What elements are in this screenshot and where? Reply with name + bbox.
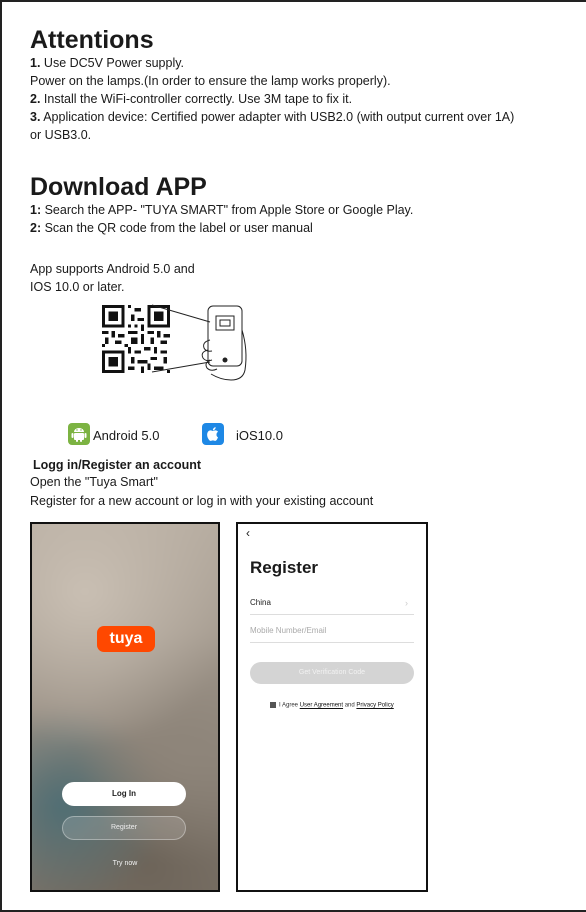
item-text: Application device: Certified power adap…: [40, 110, 515, 124]
support-line-1: App supports Android 5.0 and: [30, 262, 195, 276]
item-number: 3.: [30, 110, 41, 124]
phone-scan-illustration: [151, 304, 247, 381]
register-title: Register: [250, 558, 319, 577]
ios-label: iOS10.0: [236, 428, 283, 443]
user-agreement-link[interactable]: User Agreement: [300, 703, 343, 709]
login-screenshot: tuya Log In Register Try now: [30, 522, 220, 892]
country-value: China: [250, 598, 271, 607]
register-button[interactable]: Register: [62, 816, 186, 840]
attention-item-2: 2. Install the WiFi-controller correctly…: [30, 91, 352, 108]
agree-text: I Agree: [279, 702, 300, 709]
attention-item-1-line2: Power on the lamps.(In order to ensure t…: [30, 74, 391, 88]
apple-icon: [202, 423, 224, 445]
attention-item-3-line2: or USB3.0.: [30, 128, 92, 142]
step-text: Scan the QR code from the label or user …: [41, 221, 313, 235]
attentions-title: Attentions: [30, 26, 154, 54]
step-number: 1:: [30, 203, 42, 217]
step-number: 2:: [30, 221, 42, 235]
account-title: Logg in/Register an account: [33, 458, 202, 472]
step-text: Search the APP- "TUYA SMART" from Apple …: [41, 203, 414, 217]
download-step-2: 2: Scan the QR code from the label or us…: [30, 220, 313, 237]
download-step-1: 1: Search the APP- "TUYA SMART" from App…: [30, 202, 413, 219]
android-icon: [68, 423, 90, 445]
item-text: Install the WiFi-controller correctly. U…: [40, 92, 353, 106]
download-title: Download APP: [30, 173, 207, 201]
chevron-right-icon: ›: [405, 598, 408, 608]
get-verification-code-button[interactable]: Get Verification Code: [250, 662, 414, 684]
agree-checkbox[interactable]: [270, 702, 276, 708]
mobile-email-input[interactable]: Mobile Number/Email: [250, 622, 414, 643]
agreement-row: I Agree User Agreement and Privacy Polic…: [270, 702, 394, 709]
tuya-logo: tuya: [97, 626, 155, 652]
item-text: Use DC5V Power supply.: [40, 56, 185, 70]
android-label: Android 5.0: [93, 428, 160, 443]
agree-and-text: and: [343, 702, 357, 709]
try-now-link[interactable]: Try now: [32, 860, 218, 867]
privacy-policy-link[interactable]: Privacy Policy: [356, 703, 393, 709]
login-button[interactable]: Log In: [62, 782, 186, 806]
back-icon[interactable]: ‹: [246, 526, 250, 540]
attention-item-1: 1. Use DC5V Power supply.: [30, 55, 184, 72]
support-line-2: IOS 10.0 or later.: [30, 280, 125, 294]
item-number: 1.: [30, 56, 41, 70]
account-line-1: Open the "Tuya Smart": [30, 475, 158, 489]
attention-item-3: 3. Application device: Certified power a…: [30, 109, 514, 126]
item-number: 2.: [30, 92, 41, 106]
account-line-2: Register for a new account or log in wit…: [30, 494, 374, 508]
country-select[interactable]: China ›: [250, 594, 414, 615]
register-screenshot: ‹ Register China › Mobile Number/Email G…: [236, 522, 428, 892]
